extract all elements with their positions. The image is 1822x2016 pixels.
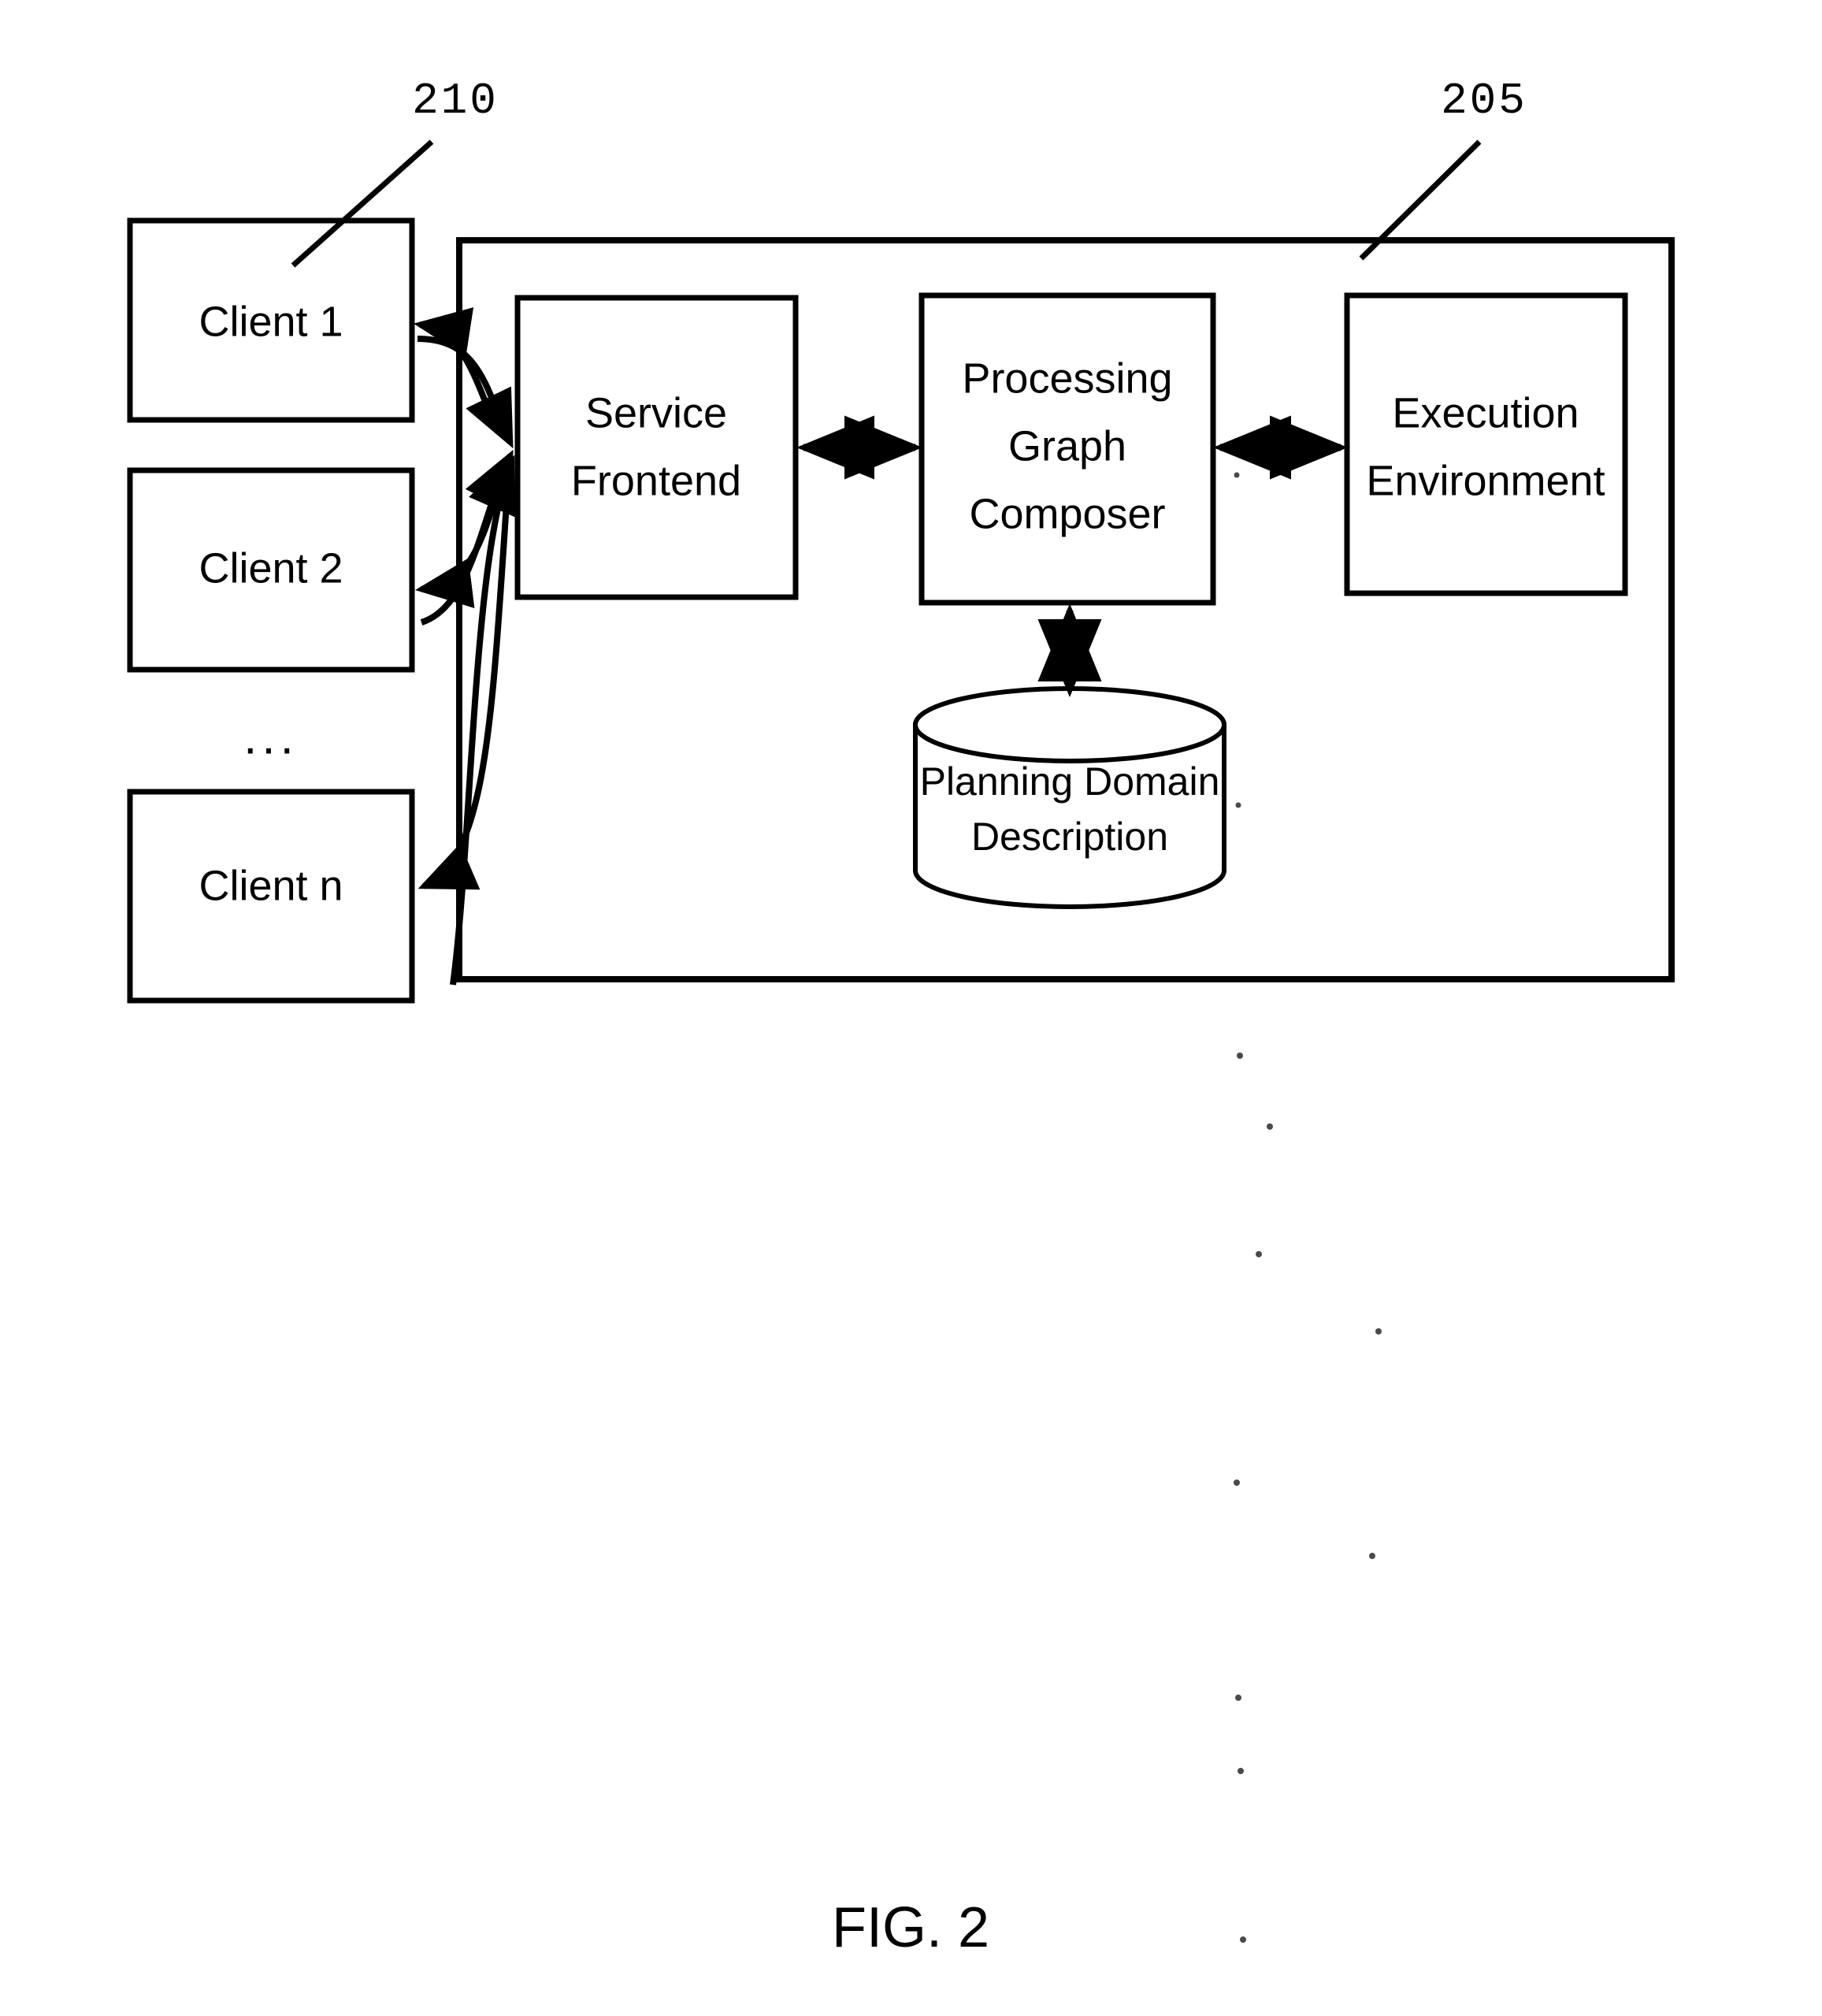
scan-speck [1238, 1768, 1244, 1774]
processing-graph-composer-label-line1: Processing [962, 355, 1172, 402]
processing-graph-composer-label-line3: Composer [969, 490, 1165, 537]
reference-numeral-210: 210 [412, 76, 499, 126]
figure-caption: FIG. 2 [832, 1896, 989, 1959]
client-2-label: Client 2 [199, 544, 343, 592]
scan-speck [1240, 1936, 1246, 1943]
scan-speck [1234, 1480, 1240, 1486]
execution-environment-box[interactable] [1344, 292, 1628, 596]
service-frontend-label-line2: Frontend [571, 457, 741, 504]
scan-speck [1369, 1553, 1375, 1559]
curve-frontend-to-clientn [417, 480, 511, 890]
execution-environment-label-line1: Execution [1392, 389, 1579, 436]
scan-speck [1234, 472, 1240, 478]
service-frontend-label-line1: Service [585, 389, 727, 436]
scan-speck [1237, 1053, 1243, 1059]
execution-environment-label-line2: Environment [1366, 457, 1605, 504]
figure-canvas: Client 1 Client 2 ... Client n Service F… [127, 76, 1675, 1959]
scan-speck [1375, 1328, 1382, 1335]
figure-page: Client 1 Client 2 ... Client n Service F… [0, 0, 1822, 2016]
scan-speck [1267, 1123, 1273, 1130]
reference-numeral-205: 205 [1441, 76, 1527, 126]
clients-ellipsis: ... [243, 710, 299, 764]
scan-speck [1256, 1251, 1262, 1257]
client-n-label: Client n [199, 862, 343, 909]
service-frontend-box[interactable] [514, 295, 799, 600]
planning-domain-description-label-line1: Planning Domain [920, 759, 1220, 804]
processing-graph-composer-label-line2: Graph [1008, 422, 1126, 470]
scan-speck [1235, 1695, 1241, 1701]
client-1-label: Client 1 [199, 298, 343, 345]
scan-speck [1235, 802, 1241, 808]
planning-domain-description-label-line2: Description [971, 815, 1168, 859]
